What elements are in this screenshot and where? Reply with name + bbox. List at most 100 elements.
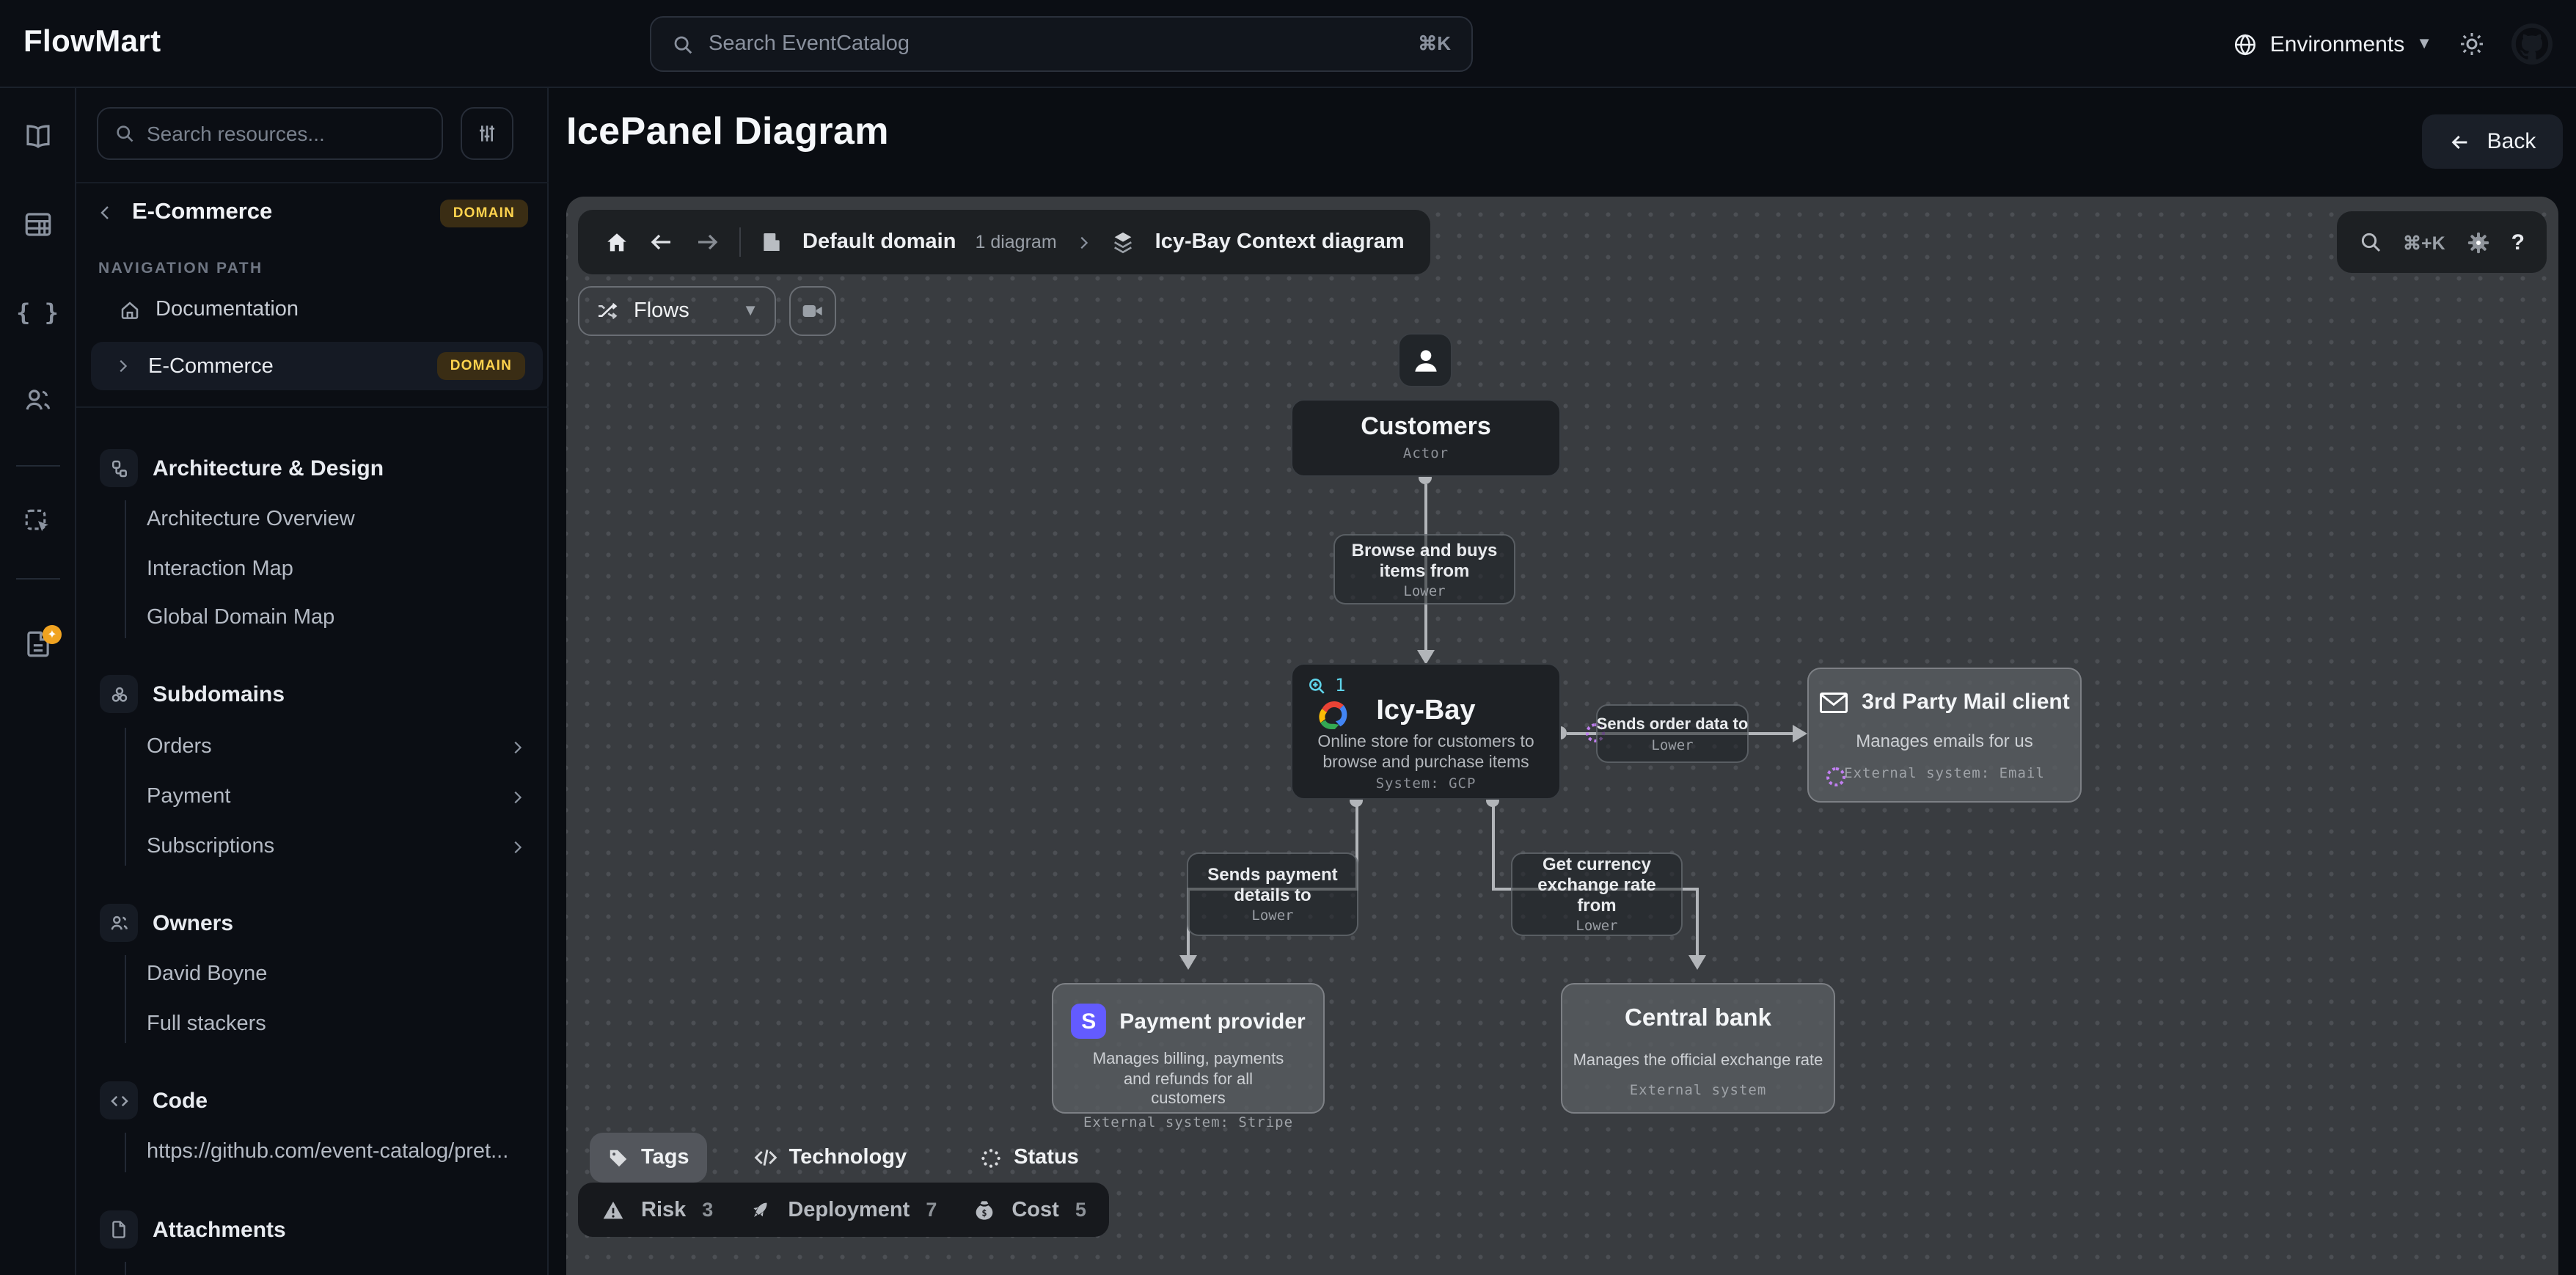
caret-down-icon: ▼ — [742, 302, 758, 320]
repo-link[interactable]: https://github.com/event-catalog/pret... — [147, 1140, 531, 1163]
edge-label-meta: Lower — [1403, 583, 1445, 599]
sidebar-item[interactable]: David Boyne — [147, 962, 267, 986]
nav-back-icon[interactable] — [648, 229, 675, 255]
node-description: Manages the official exchange rate — [1562, 1052, 1834, 1072]
node-mail-client[interactable]: 3rd Party Mail client Manages emails for… — [1807, 668, 2082, 803]
node-customers[interactable]: Customers Actor — [1291, 399, 1561, 477]
chevron-left-icon — [97, 204, 114, 222]
subdomains-icon — [100, 675, 138, 713]
edge-label-text: Browse and buys items from — [1347, 539, 1502, 580]
breadcrumb-page[interactable]: Icy-Bay Context diagram — [1155, 230, 1405, 254]
sidebar-item[interactable]: Global Domain Map — [147, 606, 334, 629]
node-title: Payment provider — [1119, 1009, 1305, 1034]
top-right-cluster: Environments ▼ — [2233, 0, 2553, 88]
edge-label-order[interactable]: Sends order data to Lower — [1596, 704, 1749, 763]
github-avatar[interactable] — [2511, 23, 2553, 65]
global-search-input[interactable] — [709, 32, 1403, 56]
search-icon[interactable] — [2359, 230, 2382, 254]
badge-label[interactable]: Risk — [641, 1198, 686, 1221]
tab-status[interactable]: Status — [962, 1133, 1097, 1183]
sidebar-header[interactable]: E-Commerce DOMAIN — [97, 194, 528, 232]
tab-technology[interactable]: Technology — [736, 1133, 925, 1183]
edge-label-browse[interactable]: Browse and buys items from Lower — [1333, 534, 1515, 604]
sidebar-item-ecommerce-current[interactable]: E-Commerce DOMAIN — [91, 342, 543, 390]
environments-button[interactable]: Environments ▼ — [2233, 32, 2432, 56]
chevron-right-icon — [509, 789, 525, 805]
app-logo[interactable]: FlowMart — [23, 25, 161, 60]
edge-order-arrow — [1793, 725, 1807, 742]
edge-exchange-line-v2 — [1696, 888, 1699, 957]
braces-code-icon[interactable]: { } — [16, 299, 59, 326]
badge-label[interactable]: Deployment — [788, 1198, 910, 1221]
tab-label: Tags — [641, 1146, 689, 1169]
global-search[interactable]: ⌘K — [650, 16, 1473, 72]
sidebar-item[interactable]: Full stackers — [147, 1012, 266, 1036]
person-icon — [1409, 344, 1441, 376]
nav-forward-icon[interactable] — [694, 229, 720, 255]
domain-badge: DOMAIN — [440, 199, 528, 227]
edge-exchange-line-v1 — [1492, 800, 1495, 891]
sidebar-item-label: E-Commerce — [148, 354, 420, 378]
environments-label: Environments — [2270, 32, 2404, 56]
edge-label-text: Sends order data to — [1597, 714, 1749, 734]
tab-tags[interactable]: Tags — [590, 1133, 707, 1183]
section-title: Subdomains — [153, 682, 285, 706]
envelope-icon — [1819, 690, 1848, 714]
chevron-down-icon: ▼ — [2416, 35, 2432, 53]
section-code: Code — [100, 1081, 208, 1119]
help-button[interactable]: ? — [2511, 230, 2525, 255]
flows-label: Flows — [634, 299, 689, 323]
sidebar-item-documentation[interactable]: Documentation — [119, 298, 299, 321]
tab-label: Status — [1014, 1146, 1079, 1169]
section-owners: Owners — [100, 904, 233, 942]
flows-dropdown[interactable]: Flows ▼ — [578, 286, 776, 336]
users-icon[interactable] — [22, 385, 53, 416]
search-shortcut: ⌘K — [1418, 32, 1451, 56]
home-icon[interactable] — [604, 230, 629, 255]
sidebar-divider — [76, 182, 549, 183]
video-button[interactable] — [789, 286, 836, 336]
sidebar-divider — [76, 406, 549, 408]
docs-book-icon[interactable] — [22, 121, 53, 152]
back-button[interactable]: Back — [2422, 114, 2563, 169]
chevron-right-icon — [114, 358, 131, 374]
indent-guide — [125, 955, 126, 1043]
edge-label-exchange[interactable]: Get currency exchange rate from Lower — [1511, 852, 1683, 936]
diagram-canvas[interactable]: Default domain 1 diagram Icy-Bay Context… — [566, 197, 2558, 1275]
sidebar-item[interactable]: Interaction Map — [147, 558, 293, 581]
sidebar-item-label: Documentation — [155, 298, 299, 321]
node-icy-bay[interactable]: 1 Icy-Bay Online store for customers to … — [1291, 663, 1561, 800]
edge-label-payment[interactable]: Sends payment details to Lower — [1187, 852, 1358, 936]
diagram-search-pill: ⌘+K ? — [2337, 211, 2547, 273]
cost-moneybag-icon: $ — [972, 1198, 995, 1221]
search-icon — [672, 33, 694, 55]
sidebar-item-expandable[interactable]: Orders — [147, 735, 525, 759]
actor-person-chip[interactable] — [1398, 333, 1452, 387]
sidebar-item-expandable[interactable]: Payment — [147, 785, 525, 808]
sidebar-item-expandable[interactable]: Subscriptions — [147, 835, 525, 858]
section-title: Attachments — [153, 1217, 286, 1242]
deployment-rocket-icon — [748, 1198, 772, 1221]
tables-icon[interactable] — [22, 209, 53, 240]
notification-badge: ✦ — [43, 625, 62, 644]
edge-payment-arrow — [1179, 955, 1197, 970]
sidebar-item-label: Subscriptions — [147, 835, 274, 858]
zoom-in-icon[interactable]: 1 — [1307, 675, 1345, 695]
filter-button[interactable] — [461, 107, 513, 160]
search-icon — [114, 123, 135, 144]
attachment-file-icon — [100, 1210, 138, 1249]
sidebar-search[interactable] — [97, 107, 443, 160]
breadcrumb-domain[interactable]: Default domain — [802, 230, 956, 254]
badge-label[interactable]: Cost — [1011, 1198, 1058, 1221]
sidebar-search-input[interactable] — [147, 122, 425, 145]
page-title: IcePanel Diagram — [566, 109, 889, 154]
theme-toggle-sun-icon[interactable] — [2459, 31, 2485, 57]
sidebar-item[interactable]: Architecture Overview — [147, 508, 355, 531]
gear-icon[interactable] — [2466, 230, 2491, 255]
select-tool-icon[interactable] — [22, 507, 53, 538]
rail-divider — [16, 465, 60, 467]
node-payment-provider[interactable]: S Payment provider Manages billing, paym… — [1052, 983, 1325, 1114]
rail-divider — [16, 578, 60, 580]
edge-label-meta: Lower — [1576, 918, 1617, 935]
node-central-bank[interactable]: Central bank Manages the official exchan… — [1561, 983, 1835, 1114]
